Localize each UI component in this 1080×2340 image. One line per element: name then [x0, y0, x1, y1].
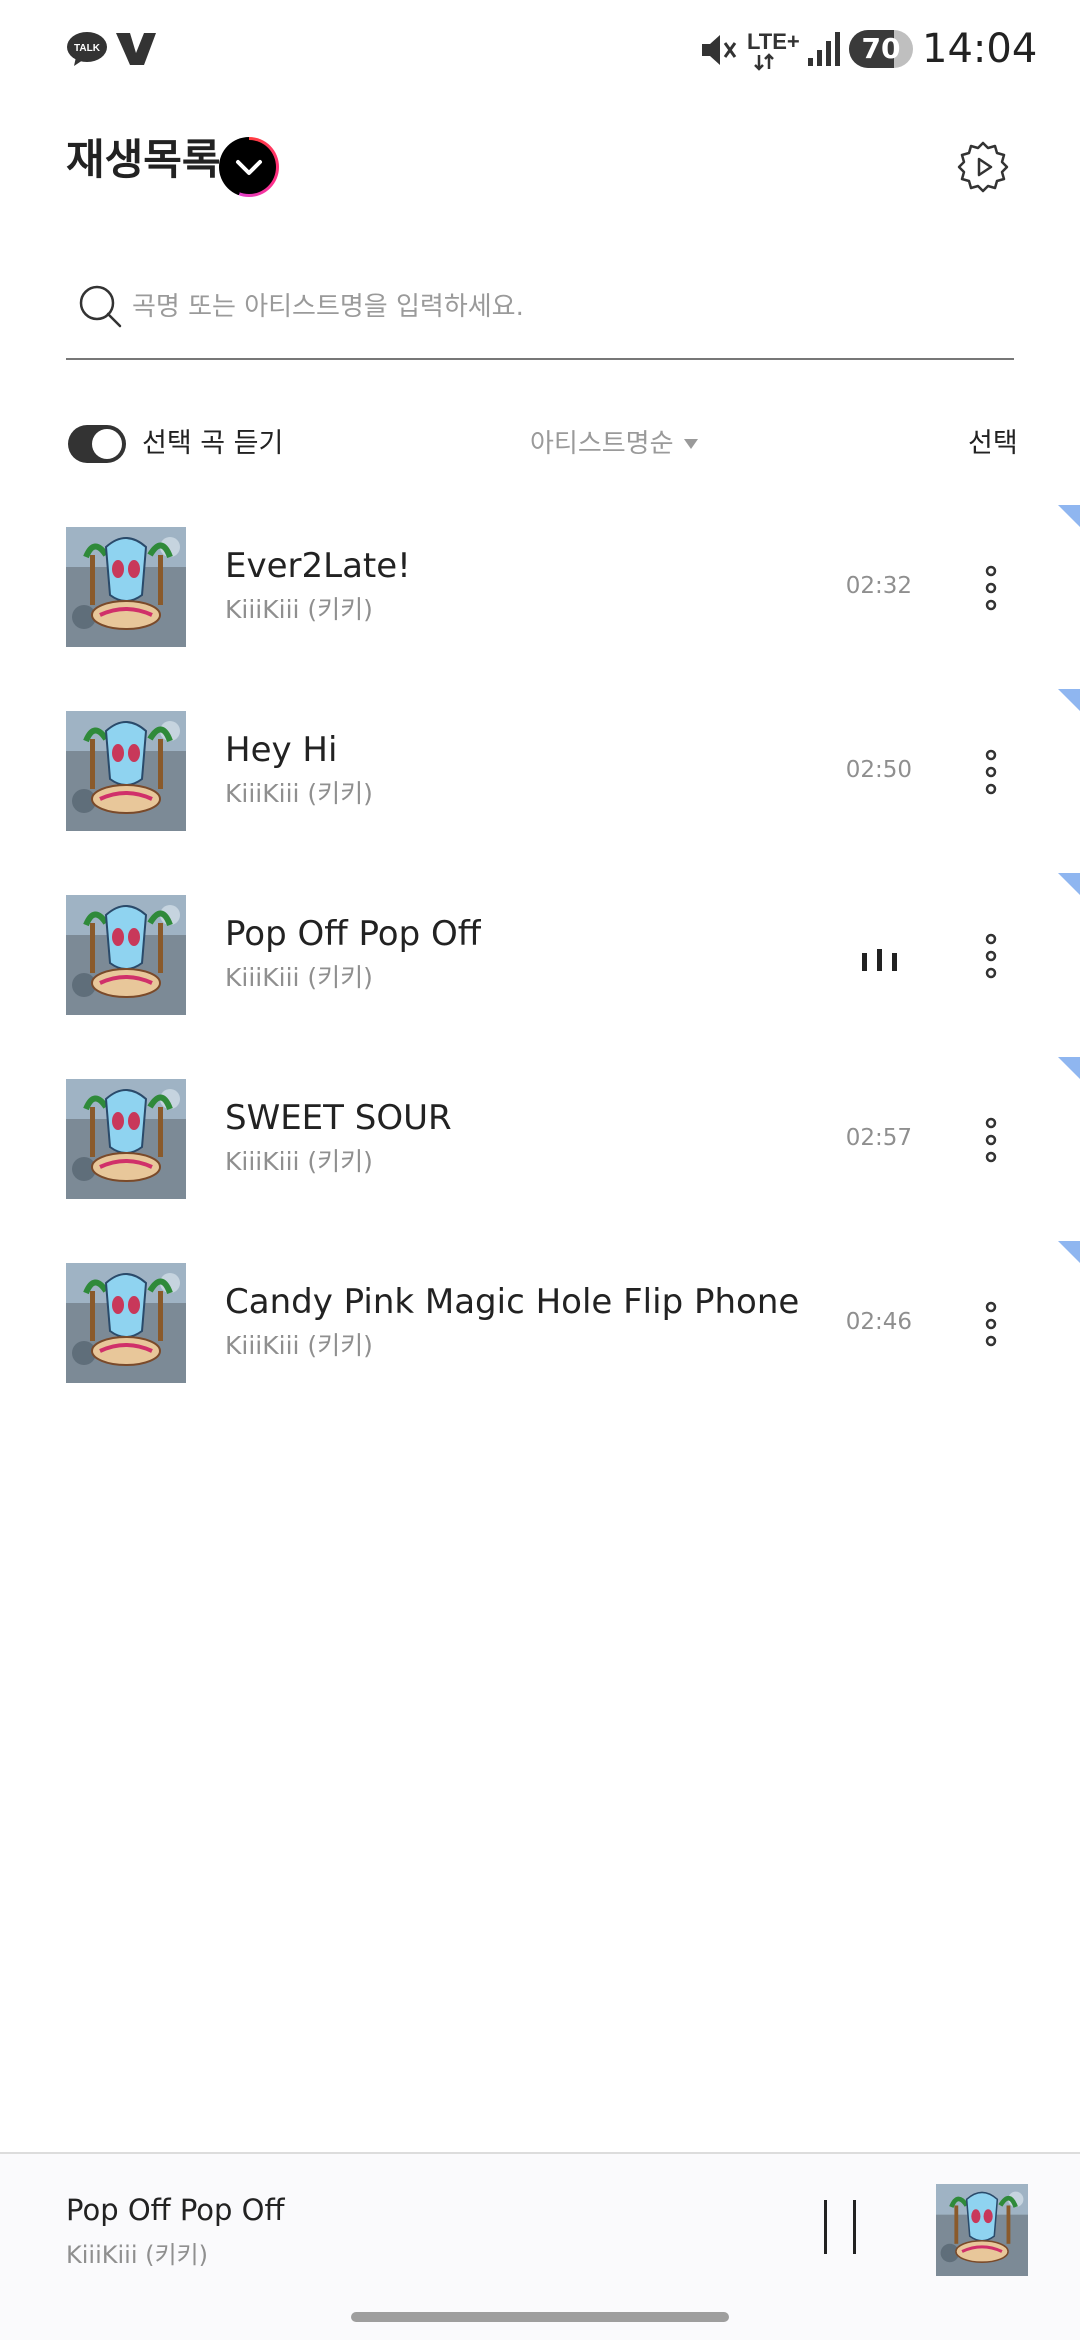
now-playing-artist: KiiiKiii (키키): [66, 2241, 208, 2269]
more-options-icon[interactable]: [978, 1299, 1004, 1349]
track-duration: 02:50: [845, 757, 912, 783]
track-duration: 02:46: [845, 1309, 912, 1335]
chevron-down-icon: [236, 160, 262, 175]
track-artist: KiiiKiii (키키): [225, 963, 373, 992]
corner-marker-icon: [1058, 1241, 1080, 1263]
select-button[interactable]: 선택: [968, 424, 1018, 464]
album-art: [66, 895, 186, 1015]
lte-icon: LTE+: [747, 29, 800, 71]
battery-level: 70: [861, 32, 901, 65]
album-art: [66, 527, 186, 647]
kakaotalk-icon: TALK: [67, 32, 107, 66]
caret-down-icon[interactable]: [683, 438, 699, 450]
track-artist: KiiiKiii (키키): [225, 1331, 373, 1360]
signal-icon: [808, 32, 840, 66]
svg-text:LTE+: LTE+: [747, 29, 800, 54]
v-app-icon: [116, 33, 156, 65]
svg-text:TALK: TALK: [74, 43, 101, 54]
track-row[interactable]: Ever2Late! KiiiKiii (키키) 02:32: [0, 505, 1080, 655]
album-art: [66, 711, 186, 831]
track-duration: 02:57: [845, 1125, 912, 1151]
search-input[interactable]: [132, 282, 992, 332]
more-options-icon[interactable]: [978, 747, 1004, 797]
track-artist: KiiiKiii (키키): [225, 1147, 373, 1176]
track-title: Candy Pink Magic Hole Flip Phone (…: [225, 1282, 810, 1322]
track-title: Hey Hi: [225, 730, 338, 770]
corner-marker-icon: [1058, 505, 1080, 527]
more-options-icon[interactable]: [978, 1115, 1004, 1165]
battery-icon: 70: [849, 30, 913, 68]
sort-dropdown[interactable]: 아티스트명순: [530, 424, 674, 464]
corner-marker-icon: [1058, 689, 1080, 711]
album-art: [66, 1079, 186, 1199]
track-row[interactable]: Candy Pink Magic Hole Flip Phone (… KiiiK…: [0, 1241, 1080, 1391]
search-icon: [79, 285, 122, 328]
track-row[interactable]: Pop Off Pop Off KiiiKiii (키키): [0, 873, 1080, 1023]
listen-selected-toggle[interactable]: [68, 425, 126, 463]
more-options-icon[interactable]: [978, 563, 1004, 613]
corner-marker-icon: [1058, 1057, 1080, 1079]
track-title: Ever2Late!: [225, 546, 411, 586]
track-duration: 02:32: [845, 573, 912, 599]
track-artist: KiiiKiii (키키): [225, 595, 373, 624]
home-indicator[interactable]: [351, 2312, 729, 2322]
track-title: Pop Off Pop Off: [225, 914, 482, 954]
track-row[interactable]: SWEET SOUR KiiiKiii (키키) 02:57: [0, 1057, 1080, 1207]
playlist-dropdown-button[interactable]: [219, 137, 279, 197]
album-art: [66, 1263, 186, 1383]
settings-play-icon[interactable]: [955, 139, 1011, 195]
track-row[interactable]: Hey Hi KiiiKiii (키키) 02:50: [0, 689, 1080, 839]
page-title: 재생목록: [66, 135, 221, 184]
track-artist: KiiiKiii (키키): [225, 779, 373, 808]
listen-selected-label: 선택 곡 듣기: [142, 428, 284, 459]
more-options-icon[interactable]: [978, 931, 1004, 981]
mute-icon: [702, 35, 737, 65]
track-title: SWEET SOUR: [225, 1098, 452, 1138]
now-playing-title: Pop Off Pop Off: [66, 2193, 285, 2227]
corner-marker-icon: [1058, 873, 1080, 895]
search-bar: [66, 270, 1014, 360]
pause-button[interactable]: [818, 2196, 862, 2258]
playing-equalizer-icon: [862, 949, 897, 971]
status-bar: TALK LTE+ 70 14:04: [0, 0, 1080, 100]
now-playing-album-art[interactable]: [936, 2184, 1028, 2276]
clock: 14:04: [922, 26, 1038, 72]
